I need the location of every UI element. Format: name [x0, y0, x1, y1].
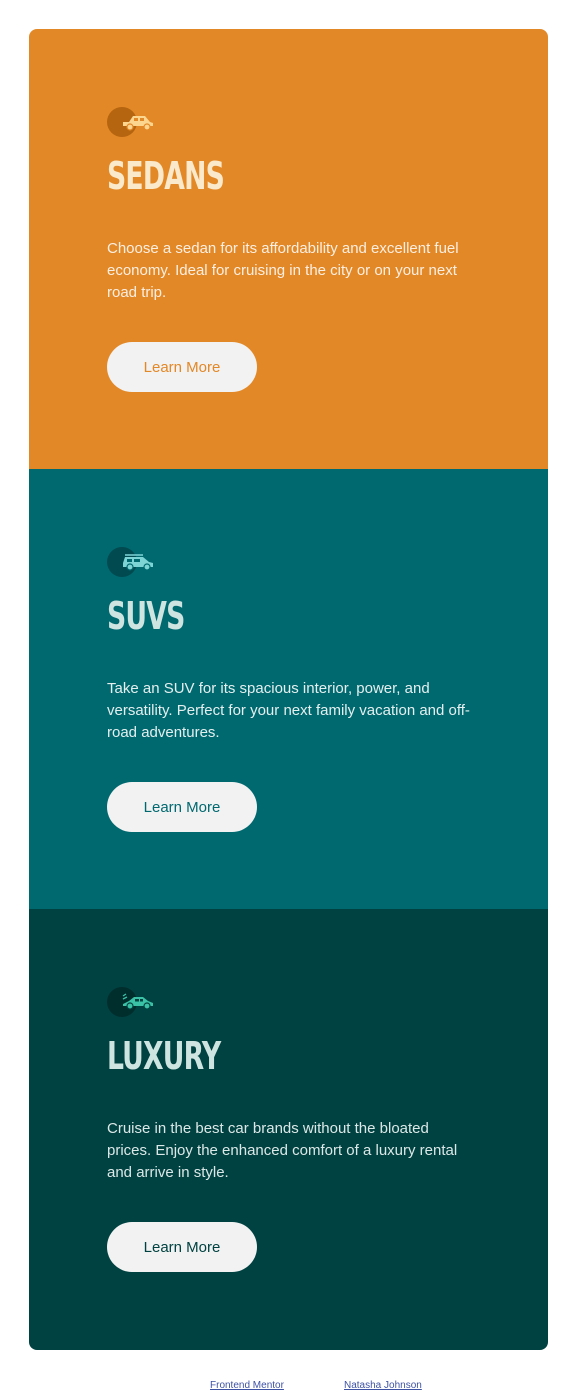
author-link[interactable]: Natasha Johnson [344, 1380, 422, 1391]
card-title-luxury: LUXURY [107, 1034, 221, 1078]
suv-car-icon [107, 547, 157, 579]
card-description-suvs: Take an SUV for its spacious interior, p… [107, 680, 470, 741]
luxury-car-icon [107, 987, 157, 1019]
card-luxury: LUXURY Cruise in the best car brands wit… [29, 909, 548, 1350]
learn-more-button-sedans[interactable]: Learn More [107, 342, 257, 392]
learn-more-button-luxury[interactable]: Learn More [107, 1222, 257, 1272]
card-title-sedans: SEDANS [107, 154, 225, 198]
learn-more-button-suvs[interactable]: Learn More [107, 782, 257, 832]
sedan-car-icon [107, 107, 157, 139]
card-suvs: SUVS Take an SUV for its spacious interi… [29, 469, 548, 909]
card-description-sedans: Choose a sedan for its affordability and… [107, 240, 459, 301]
card-description-luxury: Cruise in the best car brands without th… [107, 1120, 458, 1181]
frontend-mentor-link[interactable]: Frontend Mentor [210, 1380, 284, 1391]
card-sedans: SEDANS Choose a sedan for its affordabil… [29, 29, 548, 469]
cards-container: SEDANS Choose a sedan for its affordabil… [29, 29, 548, 1350]
card-title-suvs: SUVS [107, 594, 185, 638]
